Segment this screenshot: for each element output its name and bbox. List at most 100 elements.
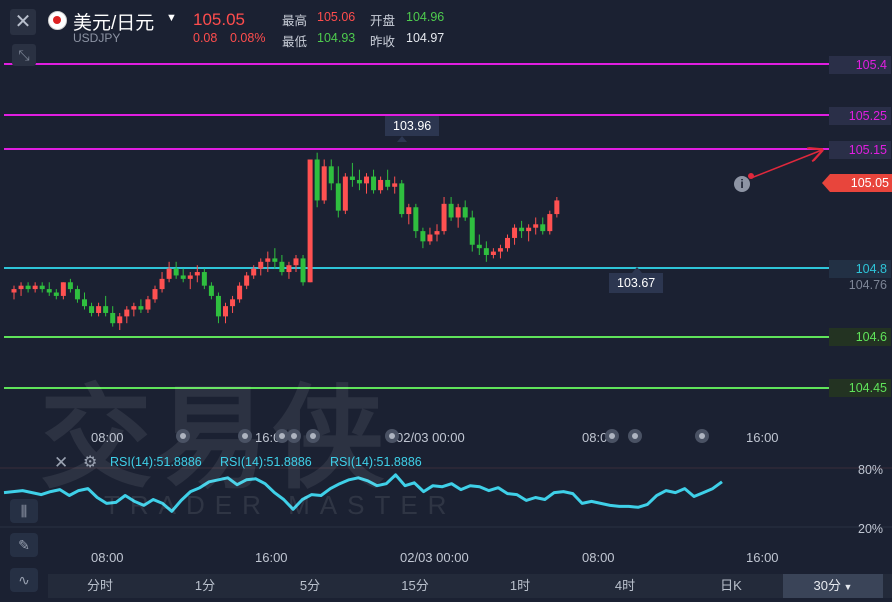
candle-body bbox=[159, 278, 165, 290]
candle-body bbox=[364, 176, 369, 184]
tab-timeframe[interactable]: 1分 bbox=[175, 574, 235, 598]
candle-body bbox=[349, 176, 355, 180]
tab-timeframe[interactable]: 4时 bbox=[595, 574, 655, 598]
tab-timeframe[interactable]: 1时 bbox=[490, 574, 550, 598]
tab-timeframe-active[interactable]: 30分 ▼ bbox=[783, 574, 883, 598]
candle-body bbox=[413, 207, 419, 232]
pair-dropdown-caret-icon[interactable]: ▼ bbox=[166, 12, 177, 24]
tab-timeframe[interactable]: 5分 bbox=[280, 574, 340, 598]
event-dot-icon[interactable] bbox=[605, 429, 619, 443]
candle-body bbox=[519, 227, 525, 232]
candle-body bbox=[110, 312, 116, 324]
tab-timeframe-label: 30分 bbox=[813, 578, 842, 593]
time-label: 08:00 bbox=[582, 550, 615, 565]
level-tag[interactable]: 105.4 bbox=[829, 56, 891, 74]
level-tag[interactable]: 105.15 bbox=[829, 141, 891, 159]
candle-body bbox=[476, 244, 482, 249]
candle-body bbox=[82, 299, 87, 307]
rsi-label: RSI(14):51.8886 bbox=[110, 455, 202, 469]
event-dot-icon[interactable] bbox=[628, 429, 642, 443]
time-label: 16:00 bbox=[746, 430, 779, 445]
candle-body bbox=[215, 295, 221, 317]
close-indicator-icon[interactable]: ✕ bbox=[54, 453, 68, 473]
candle-body bbox=[201, 272, 207, 286]
candle-body bbox=[74, 289, 80, 300]
candle-body bbox=[321, 166, 327, 201]
candle-body bbox=[279, 261, 285, 273]
candle-body bbox=[483, 248, 489, 255]
candle-body bbox=[335, 183, 341, 211]
candle-body bbox=[293, 258, 299, 266]
candle-body bbox=[314, 159, 320, 201]
candle-body bbox=[455, 207, 461, 218]
candle-body bbox=[420, 231, 426, 242]
time-label: 02/03 00:00 bbox=[400, 550, 469, 565]
candle-body bbox=[554, 200, 560, 215]
candle-body bbox=[540, 224, 546, 232]
open-value: 104.96 bbox=[406, 10, 445, 24]
candle-body bbox=[89, 306, 95, 313]
prev-close-label: 昨收 bbox=[370, 35, 396, 49]
event-dot-icon[interactable] bbox=[306, 429, 320, 443]
candle-body bbox=[244, 275, 250, 286]
candle-body bbox=[208, 285, 214, 296]
tab-timeframe[interactable]: 日K bbox=[701, 574, 761, 598]
candle-body bbox=[512, 227, 518, 238]
candle-body bbox=[356, 179, 362, 184]
candle-body bbox=[124, 309, 130, 317]
low-value: 104.93 bbox=[317, 31, 356, 45]
event-dot-icon[interactable] bbox=[695, 429, 709, 443]
candle-body bbox=[25, 285, 31, 290]
candle-body bbox=[237, 285, 243, 300]
candle-body bbox=[371, 176, 377, 191]
candle-body bbox=[67, 282, 73, 290]
candle-body bbox=[32, 285, 38, 290]
candle-body bbox=[385, 179, 391, 187]
candle-body bbox=[145, 299, 151, 310]
price-change: 0.08 bbox=[193, 31, 218, 45]
current-price-tag: 105.05 bbox=[822, 174, 892, 192]
draw-pen-icon[interactable]: ✎ bbox=[10, 533, 38, 557]
rsi-label: RSI(14):51.8886 bbox=[220, 455, 312, 469]
time-label: 08:00 bbox=[91, 430, 124, 445]
time-label: 16:00 bbox=[746, 550, 779, 565]
tab-timeframe[interactable]: 分时 bbox=[70, 574, 130, 598]
event-dot-icon[interactable] bbox=[176, 429, 190, 443]
candle-body bbox=[117, 316, 123, 324]
candle-body bbox=[490, 251, 496, 255]
watermark-cn: 交易侠 bbox=[40, 376, 388, 501]
event-dot-icon[interactable] bbox=[238, 429, 252, 443]
candle-body bbox=[505, 237, 510, 249]
event-dot-icon[interactable] bbox=[287, 429, 301, 443]
event-dot-icon[interactable] bbox=[385, 429, 399, 443]
collapse-arrows-icon: ⤡ bbox=[18, 47, 30, 63]
info-icon[interactable]: i bbox=[734, 176, 750, 192]
candle-body bbox=[378, 179, 384, 191]
trend-arrow-anchor bbox=[748, 173, 754, 179]
candle-body bbox=[342, 176, 348, 211]
candle-body bbox=[180, 275, 186, 279]
candlestick-icon[interactable]: ⫼ bbox=[10, 499, 38, 523]
indicator-icon[interactable]: ∿ bbox=[10, 568, 38, 592]
candle-body bbox=[392, 183, 398, 187]
candle-body bbox=[469, 217, 475, 245]
level-tag[interactable]: 105.25 bbox=[829, 107, 891, 125]
open-label: 开盘 bbox=[370, 14, 396, 28]
close-icon: ✕ bbox=[14, 11, 32, 33]
candle-body bbox=[173, 268, 179, 276]
tab-timeframe[interactable]: 15分 bbox=[385, 574, 445, 598]
candle-body bbox=[223, 306, 228, 317]
level-tag[interactable]: 104.45 bbox=[829, 379, 891, 397]
candle-body bbox=[441, 203, 447, 232]
collapse-button[interactable]: ⤡ bbox=[12, 44, 36, 66]
price-change-pct: 0.08% bbox=[230, 31, 266, 45]
rsi-label: RSI(14):51.8886 bbox=[330, 455, 422, 469]
candle-body bbox=[448, 203, 454, 218]
candle-body bbox=[11, 289, 17, 293]
level-tag[interactable]: 104.6 bbox=[829, 328, 891, 346]
prev-close-value: 104.97 bbox=[406, 31, 445, 45]
settings-gear-icon[interactable]: ⚙ bbox=[83, 452, 97, 472]
candle-body bbox=[286, 265, 292, 273]
close-button[interactable]: ✕ bbox=[10, 9, 36, 35]
rsi-upper-level: 80% bbox=[858, 463, 884, 477]
